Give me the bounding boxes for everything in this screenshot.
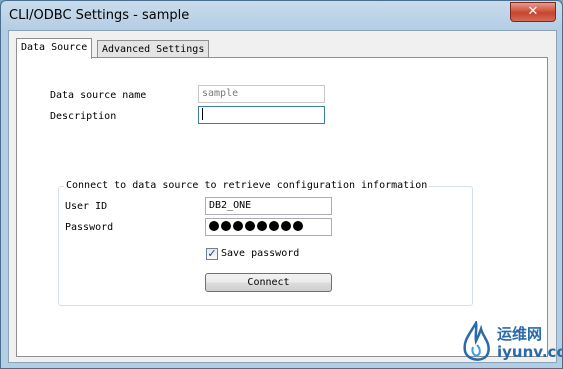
password-field[interactable] [205, 218, 332, 236]
user-id-value: DB2_ONE [209, 200, 252, 211]
user-id-label: User ID [65, 201, 108, 212]
close-icon: ✕ [527, 4, 539, 19]
save-password-checkbox[interactable]: ✓ [206, 248, 218, 260]
checkmark-icon: ✓ [207, 247, 217, 260]
text-caret [202, 108, 203, 120]
watermark-text-cn: 运维网 [497, 325, 543, 343]
connect-button-label: Connect [247, 277, 290, 288]
dialog-client-area: Data Source Advanced Settings Data sourc… [8, 30, 557, 363]
connect-group-legend: Connect to data source to retrieve confi… [64, 180, 430, 191]
watermark-text-en: iyunv.com [497, 343, 562, 361]
connect-button[interactable]: Connect [205, 273, 332, 292]
save-password-label: Save password [221, 248, 300, 259]
password-dot [209, 221, 219, 231]
password-dot [269, 221, 279, 231]
dialog-window: CLI/ODBC Settings - sample ✕ Data Source… [0, 0, 563, 369]
data-source-name-field: sample [198, 85, 325, 103]
close-button[interactable]: ✕ [510, 2, 556, 22]
connect-groupbox: Connect to data source to retrieve confi… [58, 180, 473, 306]
tab-label: Advanced Settings [102, 44, 205, 55]
flame-logo-icon [463, 321, 490, 361]
password-dot [233, 221, 243, 231]
password-label: Password [65, 222, 114, 233]
tab-data-source[interactable]: Data Source [16, 38, 93, 59]
password-dot [293, 221, 303, 231]
description-label: Description [50, 111, 117, 122]
tab-label: Data Source [21, 42, 88, 53]
watermark: 运维网 iyunv.com [459, 319, 562, 368]
tab-panel-data-source: Data source name sample Description Conn… [16, 57, 548, 357]
password-dot [221, 221, 231, 231]
data-source-name-value: sample [202, 88, 239, 99]
password-dot [245, 221, 255, 231]
user-id-field[interactable]: DB2_ONE [205, 197, 332, 215]
password-dot [257, 221, 267, 231]
password-mask [209, 221, 305, 232]
window-title: CLI/ODBC Settings - sample [9, 8, 190, 23]
data-source-name-label: Data source name [50, 90, 147, 101]
password-dot [281, 221, 291, 231]
description-field[interactable] [198, 106, 325, 124]
title-bar[interactable]: CLI/ODBC Settings - sample ✕ [1, 1, 562, 31]
